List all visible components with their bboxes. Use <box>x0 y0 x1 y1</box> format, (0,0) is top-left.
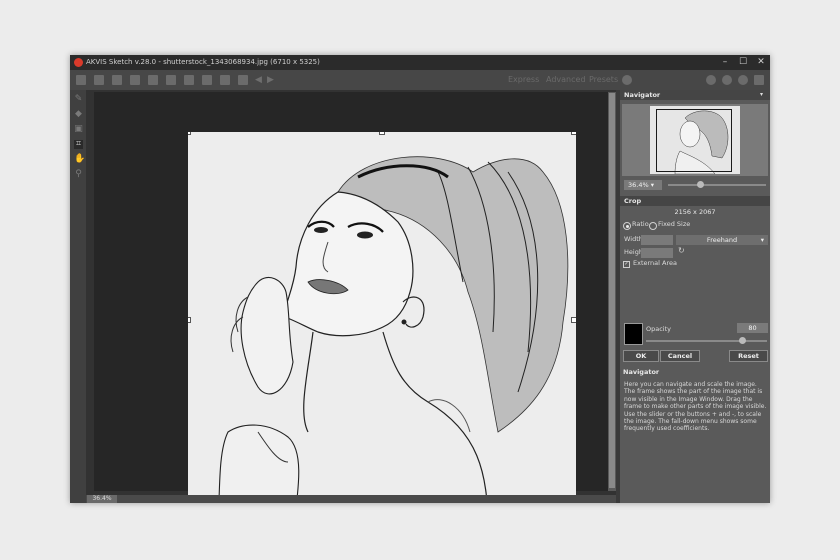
share-icon[interactable] <box>148 75 158 85</box>
title-bar: AKVIS Sketch v.28.0 - shutterstock_13430… <box>70 55 770 70</box>
help-icon[interactable] <box>722 75 732 85</box>
zoom-icon[interactable]: ⚲ <box>74 170 83 179</box>
image-window[interactable] <box>86 90 616 495</box>
maximize-button[interactable]: ☐ <box>734 55 752 70</box>
zoom-select[interactable]: 36.4% ▾ <box>624 180 662 190</box>
notification-icon[interactable] <box>754 75 764 85</box>
reset-button[interactable]: Reset <box>729 350 768 362</box>
mode-presets-tab[interactable]: Presets <box>589 75 618 84</box>
fixed-size-radio[interactable] <box>649 222 657 230</box>
navigator-view-frame[interactable] <box>656 109 732 172</box>
opacity-label: Opacity <box>646 325 672 333</box>
opacity-slider-track[interactable] <box>646 340 767 342</box>
navigator-thumbnail <box>650 106 740 175</box>
akvis-logo-icon <box>74 58 83 67</box>
batch-icon[interactable] <box>166 75 176 85</box>
crop-mode-value: Freehand <box>706 236 738 244</box>
save-icon[interactable] <box>94 75 104 85</box>
brush-icon[interactable]: ✎ <box>74 95 83 104</box>
navigator-header: Navigator <box>620 90 770 100</box>
open-icon[interactable] <box>76 75 86 85</box>
status-bar: 36.4% <box>86 495 616 503</box>
mode-advanced-tab[interactable]: Advanced <box>546 75 586 84</box>
crop-handle-right[interactable] <box>571 317 576 323</box>
opacity-slider-knob[interactable] <box>739 337 747 344</box>
width-field[interactable] <box>641 235 673 245</box>
vertical-scrollbar[interactable] <box>608 92 616 491</box>
layers-icon[interactable] <box>220 75 230 85</box>
crop-icon[interactable]: ⌗ <box>74 140 83 149</box>
cancel-button[interactable]: Cancel <box>660 350 700 362</box>
app-window: AKVIS Sketch v.28.0 - shutterstock_13430… <box>70 55 770 503</box>
print-icon[interactable] <box>130 75 140 85</box>
help-text: Here you can navigate and scale the imag… <box>624 381 767 433</box>
info-icon[interactable] <box>706 75 716 85</box>
redo-icon[interactable]: ▶ <box>267 74 274 86</box>
zoom-select-value: 36.4% <box>628 181 649 189</box>
help-header: Navigator <box>620 367 770 377</box>
mode-express-tab[interactable]: Express <box>508 75 539 84</box>
sketch-portrait <box>188 132 576 495</box>
zoom-slider-track[interactable] <box>668 184 766 186</box>
external-area-checkbox[interactable]: ✓ <box>623 261 630 268</box>
settings-gear-icon[interactable] <box>738 75 748 85</box>
eraser-icon[interactable]: ◆ <box>74 110 83 119</box>
chevron-down-icon: ▾ <box>760 236 764 244</box>
zoom-slider-knob[interactable] <box>697 181 704 188</box>
tools-sidebar: ✎ ◆ ▣ ⌗ ✋ ⚲ <box>70 90 86 503</box>
undo-icon[interactable]: ◀ <box>255 74 262 86</box>
run-icon[interactable] <box>238 75 248 85</box>
preview-icon[interactable] <box>202 75 212 85</box>
ok-button[interactable]: OK <box>623 350 659 362</box>
crop-handle-top-right[interactable] <box>571 132 576 135</box>
hand-icon[interactable]: ✋ <box>74 155 85 164</box>
minimize-button[interactable]: – <box>716 55 734 70</box>
external-area-label: External Area <box>633 259 677 267</box>
vertical-scroll-thumb[interactable] <box>609 93 615 488</box>
ratio-label: Ratio <box>632 220 649 228</box>
crop-mode-select[interactable]: Freehand ▾ <box>676 235 768 245</box>
zoom-status-label: 36.4% <box>87 495 117 503</box>
opacity-value-field[interactable]: 80 <box>737 323 768 333</box>
save-as-icon[interactable] <box>112 75 122 85</box>
settings-panel: Navigator ▾ 36.4% ▾ Crop 2156 x 2067 Rat… <box>620 90 770 503</box>
run-preset-icon[interactable] <box>622 75 632 85</box>
fixed-size-label: Fixed Size <box>658 220 691 228</box>
navigator-preview[interactable] <box>622 104 768 176</box>
crop-header: Crop <box>620 196 770 206</box>
history-brush-icon[interactable]: ▣ <box>74 125 83 134</box>
canvas-icon[interactable] <box>184 75 194 85</box>
sketch-image[interactable] <box>188 132 576 495</box>
window-title: AKVIS Sketch v.28.0 - shutterstock_13430… <box>86 58 320 66</box>
panel-menu-icon[interactable]: ▾ <box>760 91 763 98</box>
close-button[interactable]: ✕ <box>752 55 770 70</box>
height-field[interactable] <box>641 248 673 258</box>
external-area-color-swatch[interactable] <box>624 323 643 345</box>
crop-handle-left[interactable] <box>188 317 191 323</box>
crop-handle-top-left[interactable] <box>188 132 191 135</box>
crop-handle-top[interactable] <box>379 132 385 135</box>
crop-dimensions: 2156 x 2067 <box>674 208 716 216</box>
ratio-radio[interactable] <box>623 222 631 230</box>
swap-rotate-icon[interactable]: ↻ <box>678 246 685 255</box>
toolbar: ◀ ▶ Express Advanced Presets <box>70 70 770 90</box>
